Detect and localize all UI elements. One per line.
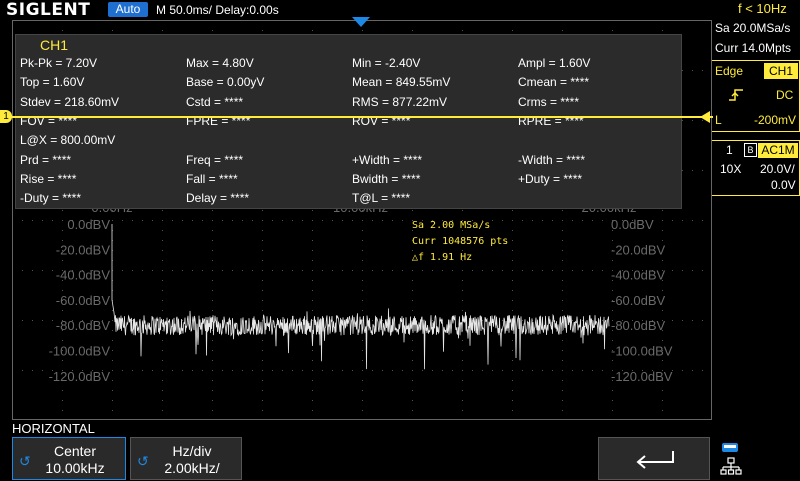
hz-per-div-button[interactable]: ↺ Hz/div 2.00kHz/ [130,437,242,480]
measurement-value: Cmean = **** [518,75,590,90]
trigger-source-badge: CH1 [764,63,798,79]
measurement-value: Bwidth = **** [352,171,421,186]
return-button[interactable] [598,437,710,480]
rising-edge-icon [728,88,744,105]
fft-y-tick-label-left: -120.0dBV [49,369,111,384]
measurement-value: +Duty = **** [518,171,583,186]
trigger-mode-badge[interactable]: Auto [108,2,148,17]
measurement-value: Max = 4.80V [186,56,254,70]
measurement-value: -Duty = **** [20,191,82,206]
channel-offset: 0.0V [771,178,796,192]
fft-sample-rate: Sa 2.00 MSa/s [412,220,491,231]
fft-y-tick-label-left: -80.0dBV [56,318,111,333]
measurement-value: Cstd = **** [186,94,244,109]
measurement-value: Ampl = 1.60V [518,56,591,70]
fft-y-tick-label-right: -80.0dBV [611,318,666,333]
measurement-value: +Width = **** [352,152,423,167]
return-arrow-icon [636,451,674,469]
network-icon [720,442,742,481]
hdiv-label: Hz/div [172,443,212,459]
measurement-value: L@X = 800.00mV [20,133,116,148]
fft-y-tick-label-right: 0.0dBV [611,217,654,232]
measurement-value: Mean = 849.55mV [352,75,451,90]
fft-y-tick-label-right: -60.0dBV [611,293,666,308]
bandwidth-limit-icon: B [744,143,757,157]
fft-resolution: △f 1.91 Hz [412,252,473,263]
measurement-value: Delay = **** [186,191,250,206]
measurement-value: Top = 1.60V [20,75,85,90]
measurement-value: T@L = **** [352,191,411,206]
fft-info: Sa 2.00 MSa/s Curr 1048576 pts △f 1.91 H… [412,218,508,266]
fft-y-tick-label-right: -20.0dBV [611,242,666,257]
brand-logo: SIGLENT [6,0,91,20]
measurement-value: Prd = **** [20,152,72,167]
center-frequency-button[interactable]: ↺ Center 10.00kHz [12,437,126,480]
fft-y-tick-label-left: -20.0dBV [56,242,111,257]
fft-y-tick-label-left: 0.0dBV [67,217,110,232]
measurement-value: Min = -2.40V [352,56,421,70]
measurement-value: RMS = 877.22mV [352,94,448,109]
measurement-value: Freq = **** [186,152,244,167]
trigger-level-label: L [715,113,722,127]
fft-points: Curr 1048576 pts [412,236,509,247]
sample-rate-readout: Sa 20.0MSa/s [715,21,791,35]
measurement-value: Pk-Pk = 7.20V [20,56,98,70]
channel1-marker[interactable]: 1 [0,110,12,123]
trigger-level-value: -200mV [754,113,797,127]
trigger-type-label: Edge [715,64,744,78]
trigger-coupling-label: DC [776,88,794,102]
fft-y-tick-label-left: -60.0dBV [56,293,111,308]
trigger-position-marker[interactable] [352,17,370,27]
measurement-channel-title: CH1 [40,37,69,53]
hdiv-value: 2.00kHz/ [164,460,220,476]
trigger-level-arrow-icon[interactable] [700,111,710,123]
trigger-level-line [0,116,713,118]
measurement-value: Stdev = 218.60mV [20,94,120,109]
measurement-value: Crms = **** [518,94,580,109]
measurement-value: Fall = **** [186,171,238,186]
volts-per-div: 20.0V/ [760,162,795,176]
menu-title: HORIZONTAL [12,421,95,436]
channel-number: 1 [726,143,733,157]
fft-trace [111,224,610,370]
memory-depth-readout: Curr 14.0Mpts [715,41,792,55]
fft-y-tick-label-left: -100.0dBV [49,344,111,359]
channel-coupling-badge: AC1M [758,143,798,158]
fft-y-tick-label-right: -40.0dBV [611,268,666,283]
fft-y-tick-label-left: -40.0dBV [56,268,111,283]
measurement-value: Base = 0.00yV [186,75,265,90]
trigger-frequency-readout: f < 10Hz [738,1,787,16]
fft-y-tick-label-right: -120.0dBV [611,369,673,384]
center-value: 10.00kHz [45,460,105,476]
measurement-value: Rise = **** [20,171,77,186]
probe-attenuation: 10X [720,162,742,176]
fft-y-tick-label-right: -100.0dBV [611,344,673,359]
center-label: Center [53,443,97,459]
timebase-readout: M 50.0ms/ Delay:0.00s [156,3,279,17]
measurement-value: -Width = **** [518,152,586,167]
